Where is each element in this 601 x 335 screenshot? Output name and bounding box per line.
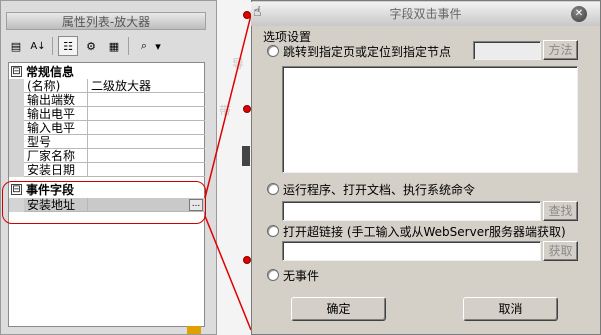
property-value[interactable]	[88, 93, 205, 107]
property-pages-icon[interactable]: ▦	[104, 36, 124, 56]
property-name: 安装日期	[24, 163, 88, 177]
property-row[interactable]: 安装日期	[9, 163, 205, 177]
category-label: 事件字段	[26, 183, 75, 197]
row-gutter	[9, 149, 24, 163]
property-name: 安装地址	[24, 198, 88, 212]
radio-open-link[interactable]	[267, 225, 279, 237]
filter-icon[interactable]: ⌕	[134, 36, 154, 56]
property-name: (名称)	[24, 79, 88, 93]
categorized-view-icon[interactable]: ▤	[6, 36, 26, 56]
row-gutter	[9, 79, 24, 93]
radio-open-link-label[interactable]: 打开超链接 (手工输入或从WebServer服务器端获取)	[283, 223, 566, 240]
radio-no-event-label[interactable]: 无事件	[283, 267, 319, 284]
radio-jump-page-label[interactable]: 跳转到指定页或定位到指定节点	[283, 43, 451, 60]
property-panel-title: 属性列表-放大器	[6, 12, 206, 30]
collapse-toggle-icon[interactable]: ⊟	[11, 66, 22, 77]
category-label: 常规信息	[26, 65, 75, 79]
property-value[interactable]	[88, 163, 205, 177]
row-gutter	[9, 135, 24, 149]
radio-jump-page[interactable]	[267, 45, 279, 57]
property-row-install-address[interactable]: 安装地址 ...	[9, 198, 205, 212]
dialog-title: 字段双击事件	[251, 2, 600, 26]
property-value[interactable]	[88, 135, 205, 149]
property-value[interactable]	[88, 198, 205, 212]
url-input[interactable]	[282, 241, 541, 261]
category-row-general[interactable]: ⊟ 常规信息	[9, 65, 205, 79]
property-row[interactable]: (名称) 二级放大器	[9, 79, 205, 93]
row-gutter	[9, 93, 24, 107]
canvas-faint-label: 导	[232, 57, 245, 71]
property-name: 厂家名称	[24, 149, 88, 163]
ok-button[interactable]: 确定	[291, 297, 386, 321]
drawing-canvas[interactable]: 导 带	[187, 0, 251, 335]
property-row[interactable]: 输出电平	[9, 107, 205, 121]
property-row[interactable]: 型号	[9, 135, 205, 149]
property-value[interactable]	[88, 149, 205, 163]
program-path-input[interactable]	[282, 201, 541, 221]
toolbar-separator	[128, 37, 129, 55]
property-grid: ⊟ 常规信息 (名称) 二级放大器 输出端数 输出电平 输入电平 型号 厂家名称…	[8, 62, 205, 327]
collapse-toggle-icon[interactable]: ⊟	[11, 184, 22, 195]
dropdown-arrow-icon[interactable]: ▾	[152, 36, 164, 56]
radio-no-event[interactable]	[267, 269, 279, 281]
hand-cursor-icon: ☝	[253, 4, 262, 20]
canvas-component-icon[interactable]	[242, 146, 250, 166]
connection-node-icon[interactable]	[243, 105, 251, 113]
property-name: 型号	[24, 135, 88, 149]
alphabetical-sort-icon[interactable]: A↓	[28, 36, 48, 56]
method-button[interactable]: 方法	[543, 40, 578, 60]
property-toolbar: ▤ A↓ ☷ ⚙ ▦ ⌕ ▾	[6, 34, 206, 58]
method-input[interactable]	[473, 41, 541, 60]
canvas-component-icon[interactable]	[187, 326, 201, 334]
connection-node-icon[interactable]	[243, 11, 251, 19]
target-tree-box[interactable]	[282, 66, 578, 173]
canvas-faint-label: 带	[219, 104, 232, 118]
cancel-button[interactable]: 取消	[463, 297, 558, 321]
property-row[interactable]: 输出端数	[9, 93, 205, 107]
property-name: 输出电平	[24, 107, 88, 121]
connection-node-icon[interactable]	[243, 256, 251, 264]
property-row[interactable]: 输入电平	[9, 121, 205, 135]
browse-button[interactable]: 查找	[543, 201, 578, 221]
property-value[interactable]	[88, 121, 205, 135]
property-name: 输入电平	[24, 121, 88, 135]
property-row[interactable]: 厂家名称	[9, 149, 205, 163]
fetch-button[interactable]: 获取	[543, 241, 578, 261]
property-value[interactable]: 二级放大器	[88, 79, 205, 93]
events-icon[interactable]: ⚙	[81, 36, 101, 56]
radio-run-program-label[interactable]: 运行程序、打开文档、执行系统命令	[283, 181, 475, 198]
property-value[interactable]	[88, 107, 205, 121]
row-gutter	[9, 198, 24, 212]
radio-run-program[interactable]	[267, 183, 279, 195]
row-gutter	[9, 107, 24, 121]
row-gutter	[9, 163, 24, 177]
properties-icon[interactable]: ☷	[58, 36, 78, 56]
category-row-event[interactable]: ⊟ 事件字段	[9, 183, 205, 197]
close-button[interactable]: ✕	[571, 6, 587, 22]
property-name: 输出端数	[24, 93, 88, 107]
row-gutter	[9, 121, 24, 135]
toolbar-separator	[52, 37, 53, 55]
ellipsis-button[interactable]: ...	[189, 199, 203, 211]
